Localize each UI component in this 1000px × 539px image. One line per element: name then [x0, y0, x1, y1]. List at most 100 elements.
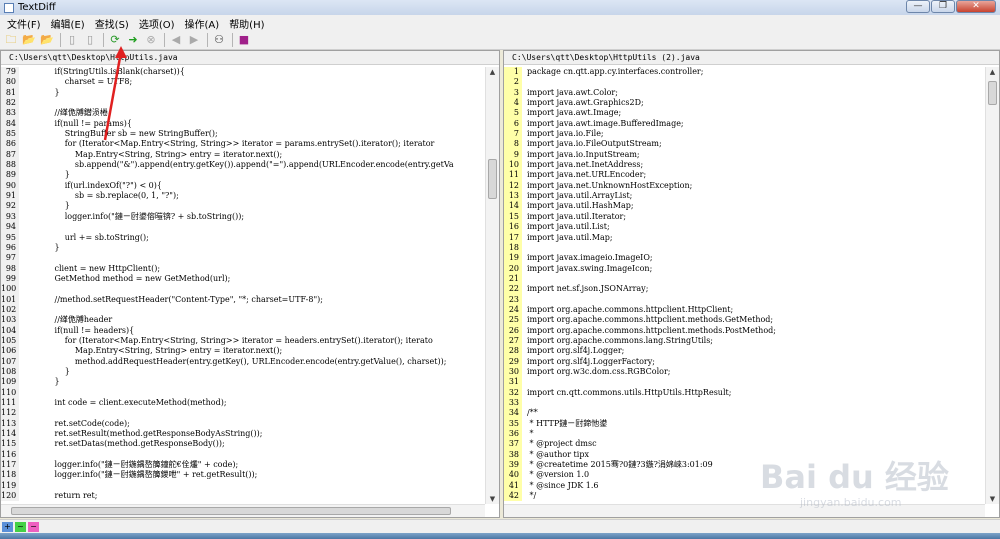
code-line: 104 if(null != headers){ [1, 325, 485, 336]
refresh-icon[interactable]: ⟳ [107, 32, 123, 48]
close-button[interactable]: ✕ [956, 0, 996, 13]
line-text: if(url.indexOf("?") < 0){ [24, 180, 162, 190]
line-number: 109 [1, 377, 19, 388]
line-number: 15 [504, 211, 522, 223]
stop-icon[interactable]: ⊗ [143, 32, 159, 48]
line-number: 90 [1, 180, 19, 192]
code-line: 91 sb = sb.replace(0, 1, "?"); [1, 191, 485, 202]
line-text: import java.awt.Graphics2D; [527, 98, 644, 108]
line-number: 96 [1, 242, 19, 254]
line-text: charset = UTF8; [24, 77, 133, 87]
code-line: 101 //method.setRequestHeader("Content-T… [1, 294, 485, 305]
line-text: * @project dmsc [527, 439, 597, 449]
line-text: for (Iterator<Map.Entry<String, String>>… [24, 335, 433, 345]
line-number: 84 [1, 118, 19, 130]
code-line: 88 sb.append("&").append(entry.getKey())… [1, 160, 485, 171]
line-number: 91 [1, 191, 19, 202]
compare-go-icon[interactable]: ➜ [125, 32, 141, 48]
line-number: 113 [1, 418, 19, 430]
scroll-thumb[interactable] [11, 507, 451, 515]
line-text [522, 77, 527, 87]
line-number: 106 [1, 346, 19, 357]
line-text [19, 408, 24, 418]
line-number: 41 [504, 480, 522, 492]
left-vertical-scrollbar[interactable]: ▲ ▼ [485, 67, 499, 504]
line-number: 100 [1, 284, 19, 295]
menu-item-4[interactable]: 操作(A) [180, 16, 225, 31]
menu-item-0[interactable]: 文件(F) [2, 16, 46, 31]
line-text: int code = client.executeMethod(method); [24, 398, 227, 407]
watermark-url: jingyan.baidu.com [800, 496, 902, 509]
help-book-icon[interactable]: ■ [236, 32, 252, 48]
code-line: 87 Map.Entry<String, String> entry = ite… [1, 149, 485, 161]
code-line: 20 import javax.swing.ImageIcon; [504, 263, 985, 274]
line-number: 88 [1, 160, 19, 171]
code-line: 32 import cn.qtt.commons.utils.HttpUtils.… [504, 387, 985, 398]
line-text: sb.append("&").append(entry.getKey()).ap… [24, 160, 454, 170]
left-horizontal-scrollbar[interactable] [1, 504, 485, 517]
open-right-icon[interactable]: 📂 [39, 32, 55, 48]
scroll-up-icon[interactable]: ▲ [988, 68, 997, 76]
line-text: import org.apache.commons.httpclient.met… [527, 325, 776, 335]
line-text [19, 450, 24, 460]
left-file-pane: C:\Users\qtt\Desktop\HttpUtils.java 79 i… [0, 50, 500, 518]
line-text [522, 274, 527, 284]
line-number: 32 [504, 387, 522, 398]
scroll-thumb[interactable] [488, 159, 497, 199]
menu-item-1[interactable]: 编辑(E) [46, 16, 90, 31]
code-line: 4 import java.awt.Graphics2D; [504, 98, 985, 109]
code-line: 5 import java.awt.Image; [504, 108, 985, 119]
open-icon[interactable]: 🗀 [3, 32, 19, 48]
menu-bar: 文件(F) 编辑(E) 查找(S) 选项(O) 操作(A) 帮助(H) [0, 15, 1000, 31]
right-code-view[interactable]: 1 package cn.qtt.app.cy.interfaces.contro… [504, 67, 985, 504]
code-line: 107 method.addRequestHeader(entry.getKey… [1, 356, 485, 367]
line-number: 36 [504, 429, 522, 440]
title-bar: TextDiff — ❐ ✕ [0, 0, 1000, 15]
line-number: 37 [504, 439, 522, 450]
line-number: 35 [504, 418, 522, 430]
menu-item-5[interactable]: 帮助(H) [224, 16, 269, 31]
line-number: 118 [1, 470, 19, 481]
line-number: 31 [504, 377, 522, 388]
line-number: 94 [1, 222, 19, 233]
line-text [522, 398, 527, 408]
code-line: 106 Map.Entry<String, String> entry = it… [1, 346, 485, 357]
minimize-button[interactable]: — [906, 0, 930, 13]
line-text: if(null != params){ [24, 118, 132, 128]
code-line: 7 import java.io.File; [504, 129, 985, 140]
code-line: 3 import java.awt.Color; [504, 87, 985, 99]
binoculars-icon[interactable]: ⚇ [211, 32, 227, 48]
code-line: 97 [1, 253, 485, 264]
left-file-path: C:\Users\qtt\Desktop\HttpUtils.java [1, 51, 499, 65]
menu-item-3[interactable]: 选项(O) [134, 16, 180, 31]
menu-item-2[interactable]: 查找(S) [90, 16, 134, 31]
line-text [19, 481, 24, 491]
code-line: 90 if(url.indexOf("?") < 0){ [1, 180, 485, 192]
scroll-thumb[interactable] [988, 81, 997, 105]
prev-diff-icon[interactable]: ◀ [168, 32, 184, 48]
scroll-up-icon[interactable]: ▲ [488, 68, 497, 76]
toolbar: 🗀 📂 📂 ▯ ▯ ⟳ ➜ ⊗ ◀ ▶ ⚇ ■ [0, 31, 1000, 50]
left-code-view[interactable]: 79 if(StringUtils.isBlank(charset)){80 c… [1, 67, 485, 504]
line-number: 99 [1, 273, 19, 285]
line-number: 7 [504, 129, 522, 140]
scroll-down-icon[interactable]: ▼ [988, 495, 997, 503]
restore-button[interactable]: ❐ [931, 0, 955, 13]
line-number: 102 [1, 304, 19, 316]
code-line: 89 } [1, 170, 485, 181]
toolbar-separator [60, 33, 61, 47]
next-diff-icon[interactable]: ▶ [186, 32, 202, 48]
right-vertical-scrollbar[interactable]: ▲ ▼ [985, 67, 999, 504]
scroll-down-icon[interactable]: ▼ [488, 495, 497, 503]
line-number: 21 [504, 273, 522, 285]
save-right-icon[interactable]: ▯ [82, 32, 98, 48]
line-text: import org.slf4j.Logger; [527, 346, 625, 356]
code-line: 33 [504, 398, 985, 409]
save-left-icon[interactable]: ▯ [64, 32, 80, 48]
code-line: 14 import java.util.HashMap; [504, 201, 985, 212]
line-number: 17 [504, 232, 522, 243]
line-text: import java.io.File; [527, 129, 604, 139]
open-left-icon[interactable]: 📂 [21, 32, 37, 48]
line-text: //缂佹牔鐟涢棬 [24, 108, 108, 118]
line-number: 30 [504, 366, 522, 378]
